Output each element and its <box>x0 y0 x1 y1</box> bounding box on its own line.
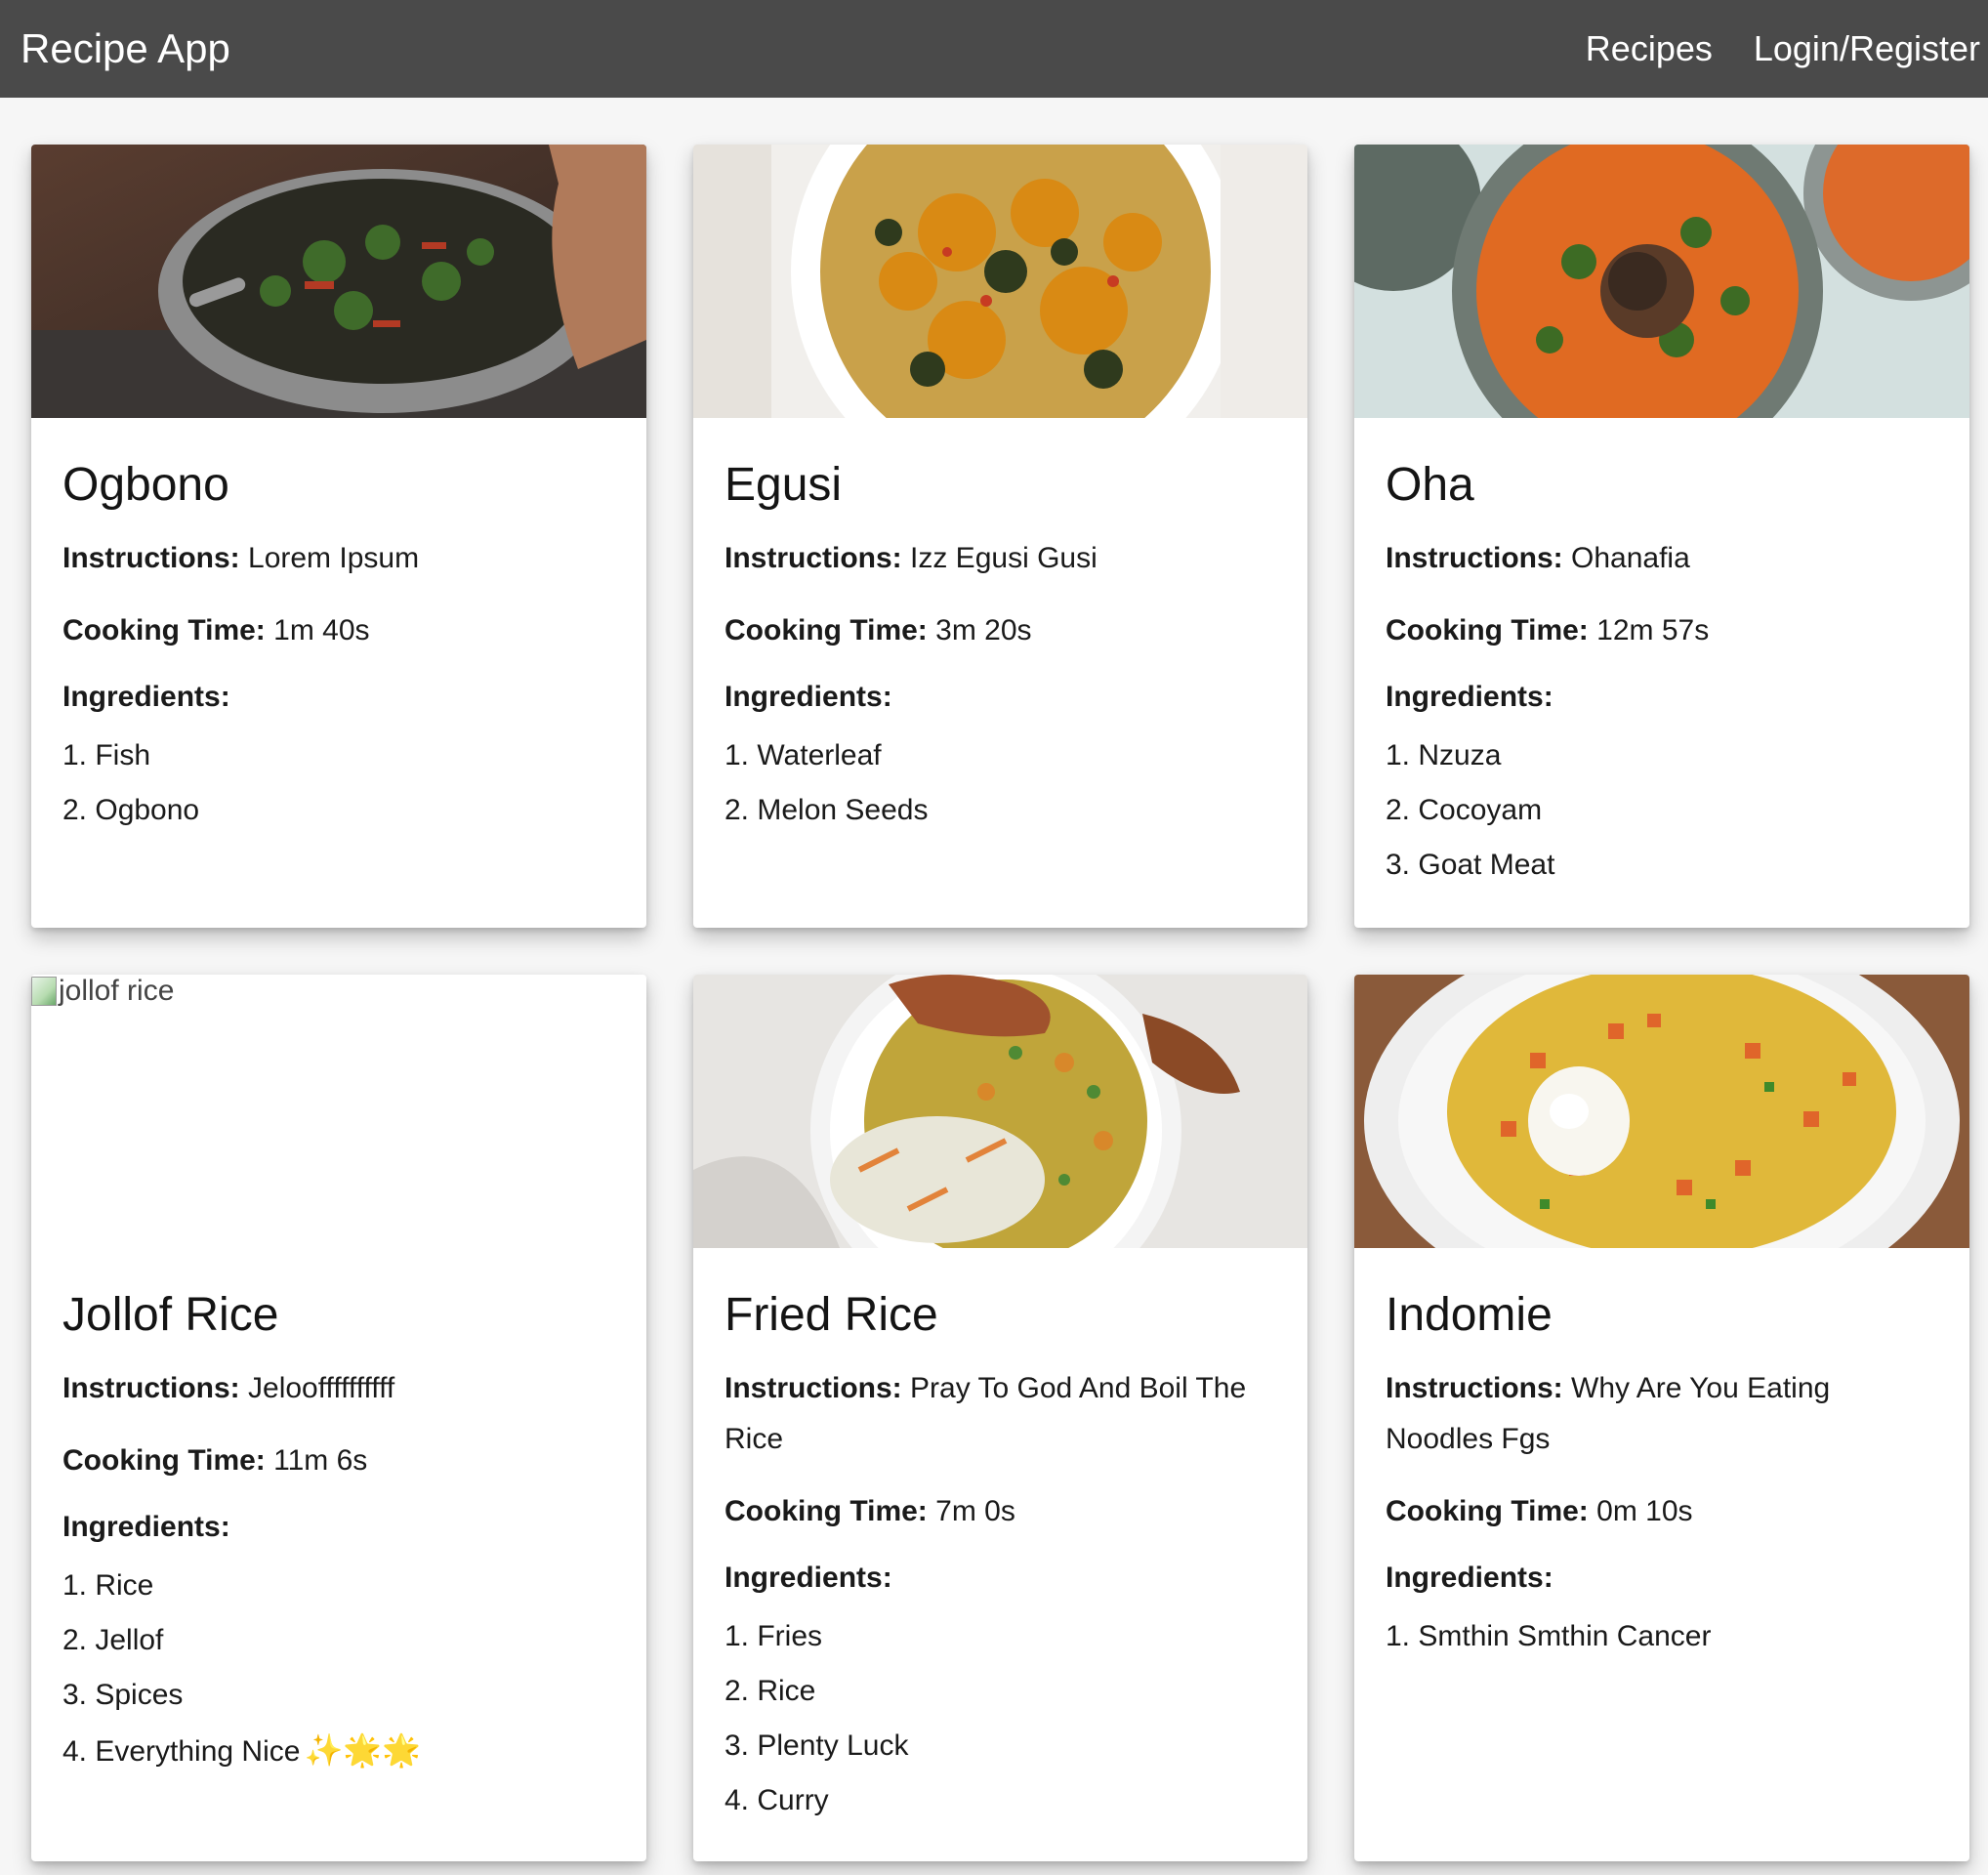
cooking-time-value: 3m 20s <box>935 613 1032 646</box>
ingredients-label: Ingredients: <box>62 1510 230 1543</box>
card-body: Egusi Instructions: Izz Egusi Gusi Cooki… <box>693 418 1307 838</box>
cooking-time-label: Cooking Time: <box>1386 1494 1589 1527</box>
instructions-value: Lorem Ipsum <box>248 541 420 574</box>
card-body: Fried Rice Instructions: Pray To God And… <box>693 1248 1307 1828</box>
ingredient-item: 1. Fries <box>725 1619 823 1652</box>
ingredients-list: 1. Rice 2. Jellof 3. Spices 4. Everythin… <box>62 1559 615 1779</box>
ingredient-item: 4. Curry <box>725 1783 829 1816</box>
ingredient-item: 2. Rice <box>725 1674 816 1707</box>
ingredient-item: 2. Jellof <box>62 1623 164 1656</box>
ingredient-item: 1. Smthin Smthin Cancer <box>1386 1619 1712 1652</box>
brand-link[interactable]: Recipe App <box>21 25 230 72</box>
ingredient-item: 2. Ogbono <box>62 793 200 826</box>
nav-links: Recipes Login/Register <box>1586 28 1980 69</box>
ingredient-item: 1. Nzuza <box>1386 738 1502 771</box>
recipe-cooking-time: Cooking Time: 12m 57s <box>1386 605 1938 656</box>
card-body: Ogbono Instructions: Lorem Ipsum Cooking… <box>31 418 646 838</box>
instructions-label: Instructions: <box>725 541 902 574</box>
recipe-instructions: Instructions: Izz Egusi Gusi <box>725 533 1276 584</box>
recipe-image-oha <box>1354 145 1969 418</box>
recipe-image-fried-rice <box>693 975 1307 1248</box>
ingredient-item: 3. Spices <box>62 1678 184 1711</box>
cooking-time-label: Cooking Time: <box>1386 613 1589 646</box>
sparkle-emoji-icon: ✨🌟🌟 <box>304 1731 421 1768</box>
recipe-instructions: Instructions: Jelooffffffffff <box>62 1363 615 1414</box>
cooking-time-value: 1m 40s <box>273 613 370 646</box>
nav-link-login-register[interactable]: Login/Register <box>1754 28 1980 69</box>
instructions-label: Instructions: <box>1386 1371 1563 1404</box>
instructions-value: Ohanafia <box>1571 541 1690 574</box>
ingredient-item: 2. Cocoyam <box>1386 793 1543 826</box>
nav-link-recipes[interactable]: Recipes <box>1586 28 1713 69</box>
recipe-title: Indomie <box>1386 1289 1553 1341</box>
ingredient-item: 3. Plenty Luck <box>725 1729 909 1762</box>
ingredient-item: 1. Waterleaf <box>725 738 882 771</box>
recipe-card-fried-rice[interactable]: Fried Rice Instructions: Pray To God And… <box>693 975 1307 1861</box>
recipe-instructions: Instructions: Pray To God And Boil The R… <box>725 1363 1276 1465</box>
recipe-cooking-time: Cooking Time: 0m 10s <box>1386 1486 1938 1537</box>
recipe-grid: Ogbono Instructions: Lorem Ipsum Cooking… <box>31 145 1969 1861</box>
recipe-image-ogbono <box>31 145 646 418</box>
instructions-value: Jelooffffffffff <box>248 1371 395 1404</box>
card-body: Jollof Rice Instructions: Jeloofffffffff… <box>31 1248 646 1779</box>
ingredient-item: 3. Goat Meat <box>1386 848 1555 881</box>
broken-image-icon <box>31 977 57 1006</box>
ingredients-label: Ingredients: <box>1386 1561 1553 1594</box>
recipe-instructions: Instructions: Why Are You Eating Noodles… <box>1386 1363 1938 1465</box>
ingredient-item: 1. Rice <box>62 1568 154 1602</box>
cooking-time-label: Cooking Time: <box>62 1443 266 1477</box>
broken-image-alt: jollof rice <box>31 975 174 1008</box>
recipe-cooking-time: Cooking Time: 7m 0s <box>725 1486 1276 1537</box>
ingredients-list: 1. Smthin Smthin Cancer <box>1386 1609 1938 1664</box>
recipe-title: Ogbono <box>62 459 229 511</box>
recipe-instructions: Instructions: Lorem Ipsum <box>62 533 615 584</box>
ingredients-list: 1. Nzuza 2. Cocoyam 3. Goat Meat <box>1386 729 1938 893</box>
cooking-time-value: 11m 6s <box>273 1443 368 1477</box>
recipe-card-jollof-rice[interactable]: jollof rice Jollof Rice Instructions: Je… <box>31 975 646 1861</box>
cooking-time-label: Cooking Time: <box>725 1494 928 1527</box>
instructions-label: Instructions: <box>1386 541 1563 574</box>
cooking-time-value: 12m 57s <box>1596 613 1710 646</box>
recipe-image-indomie <box>1354 975 1969 1248</box>
ingredients-label: Ingredients: <box>725 680 892 713</box>
ingredients-label: Ingredients: <box>725 1561 892 1594</box>
ingredients-label: Ingredients: <box>62 680 230 713</box>
ingredients-list: 1. Waterleaf 2. Melon Seeds <box>725 729 1276 838</box>
ingredient-item: 1. Fish <box>62 738 151 771</box>
recipe-title: Oha <box>1386 459 1474 511</box>
image-alt-text: jollof rice <box>59 975 175 1007</box>
instructions-value: Izz Egusi Gusi <box>910 541 1098 574</box>
navbar: Recipe App Recipes Login/Register <box>0 0 1988 98</box>
recipe-cooking-time: Cooking Time: 1m 40s <box>62 605 615 656</box>
instructions-label: Instructions: <box>62 541 240 574</box>
card-body: Oha Instructions: Ohanafia Cooking Time:… <box>1354 418 1969 893</box>
ingredient-item: 2. Melon Seeds <box>725 793 929 826</box>
recipe-card-indomie[interactable]: Indomie Instructions: Why Are You Eating… <box>1354 975 1969 1861</box>
ingredient-item: 4. Everything Nice ✨🌟🌟 <box>62 1723 615 1779</box>
recipe-card-egusi[interactable]: Egusi Instructions: Izz Egusi Gusi Cooki… <box>693 145 1307 928</box>
recipe-title: Jollof Rice <box>62 1289 279 1341</box>
cooking-time-label: Cooking Time: <box>62 613 266 646</box>
recipe-image-jollof-rice: jollof rice <box>31 975 646 1248</box>
ingredients-list: 1. Fish 2. Ogbono <box>62 729 615 838</box>
instructions-label: Instructions: <box>62 1371 240 1404</box>
recipe-title: Fried Rice <box>725 1289 938 1341</box>
card-body: Indomie Instructions: Why Are You Eating… <box>1354 1248 1969 1664</box>
recipe-instructions: Instructions: Ohanafia <box>1386 533 1938 584</box>
recipe-cooking-time: Cooking Time: 3m 20s <box>725 605 1276 656</box>
cooking-time-value: 0m 10s <box>1596 1494 1693 1527</box>
recipe-card-oha[interactable]: Oha Instructions: Ohanafia Cooking Time:… <box>1354 145 1969 928</box>
recipe-cooking-time: Cooking Time: 11m 6s <box>62 1436 615 1486</box>
ingredients-label: Ingredients: <box>1386 680 1553 713</box>
ingredients-list: 1. Fries 2. Rice 3. Plenty Luck 4. Curry <box>725 1609 1276 1828</box>
ingredient-text: 4. Everything Nice <box>62 1734 301 1768</box>
cooking-time-label: Cooking Time: <box>725 613 928 646</box>
recipe-card-ogbono[interactable]: Ogbono Instructions: Lorem Ipsum Cooking… <box>31 145 646 928</box>
cooking-time-value: 7m 0s <box>935 1494 1015 1527</box>
instructions-label: Instructions: <box>725 1371 902 1404</box>
recipe-title: Egusi <box>725 459 843 511</box>
recipe-image-egusi <box>693 145 1307 418</box>
